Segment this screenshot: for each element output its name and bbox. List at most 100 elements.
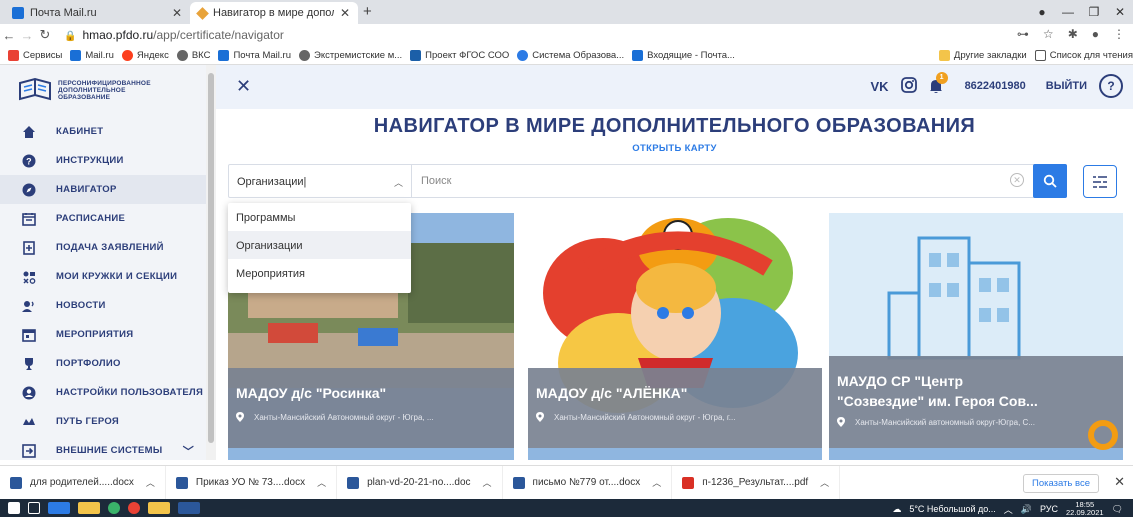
close-downloads-icon[interactable]: ✕: [1114, 474, 1125, 490]
support-lifebuoy-icon[interactable]: [1088, 420, 1118, 450]
sidebar-item-cabinet[interactable]: КАБИНЕТ: [0, 117, 208, 146]
weather-text[interactable]: 5°C Небольшой до...: [909, 504, 995, 514]
sidebar-item-navigator[interactable]: НАВИГАТОР: [0, 175, 208, 204]
word-doc-icon: [10, 476, 22, 489]
account-number[interactable]: 8622401980: [965, 80, 1026, 92]
search-button[interactable]: [1033, 164, 1067, 198]
dropdown-option-programs[interactable]: Программы: [228, 203, 411, 231]
trophy-icon: [22, 357, 36, 371]
bookmark-item[interactable]: Почта Mail.ru: [218, 49, 291, 61]
back-icon[interactable]: ←: [0, 28, 18, 43]
mail-app-icon[interactable]: [48, 502, 70, 514]
url-field[interactable]: 🔒 hmao.pfdo.ru/app/certificate/navigator: [64, 28, 284, 42]
download-item[interactable]: для родителей.....docx ︿: [0, 465, 166, 500]
org-card-sozvezdie[interactable]: МАУДО СР "Центр "Созвездие" им. Героя Со…: [829, 213, 1123, 460]
dropdown-option-organizations[interactable]: Организации: [228, 231, 411, 259]
logo[interactable]: ПЕРСОНИФИЦИРОВАННОЕ ДОПОЛНИТЕЛЬНОЕ ОБРАЗ…: [18, 77, 151, 103]
chevron-up-icon[interactable]: ︿: [146, 476, 155, 489]
profile-icon[interactable]: ●: [1029, 5, 1055, 19]
reading-list[interactable]: Список для чтения: [1034, 50, 1133, 61]
tab-navigator[interactable]: Навигатор в мире дополнитель ✕: [190, 2, 358, 24]
close-window-button[interactable]: ✕: [1107, 5, 1133, 19]
chevron-up-icon[interactable]: ︿: [820, 476, 829, 489]
key-icon[interactable]: ⊶: [1017, 27, 1029, 41]
menu-icon[interactable]: ⋮: [1113, 27, 1125, 41]
sidebar-item-instructions[interactable]: ? ИНСТРУКЦИИ: [0, 146, 208, 175]
other-bookmarks[interactable]: Другие закладки: [938, 50, 1027, 61]
bookmark-item[interactable]: Mail.ru: [70, 49, 114, 61]
search-input[interactable]: Поиск: [421, 175, 451, 187]
clear-icon[interactable]: ✕: [1010, 173, 1024, 187]
chevron-up-icon[interactable]: ︿: [652, 476, 661, 489]
news-icon: [22, 299, 36, 313]
sidebar-item-news[interactable]: НОВОСТИ: [0, 291, 208, 320]
download-item[interactable]: п-1236_Результат....pdf ︿: [672, 465, 841, 500]
sidebar-item-external-systems[interactable]: ВНЕШНИЕ СИСТЕМЫ ﹀: [0, 436, 208, 465]
sidebar-item-hero-path[interactable]: ПУТЬ ГЕРОЯ: [0, 407, 208, 436]
chevron-up-icon[interactable]: ︿: [483, 476, 492, 489]
sidebar-item-my-clubs[interactable]: МОИ КРУЖКИ И СЕКЦИИ: [0, 262, 208, 291]
account-icon[interactable]: ●: [1092, 27, 1099, 41]
bookmark-item[interactable]: Сервисы: [8, 49, 62, 61]
bookmark-item[interactable]: Проект ФГОС СОО: [410, 49, 509, 61]
sidebar-item-label: НАСТРОЙКИ ПОЛЬЗОВАТЕЛЯ: [56, 387, 204, 398]
tray-arrow-icon[interactable]: ︿: [1004, 503, 1013, 516]
explorer-icon[interactable]: [148, 502, 170, 514]
download-item[interactable]: письмо №779 от....docx ︿: [503, 465, 673, 500]
bookmark-item[interactable]: Экстремистские м...: [298, 49, 402, 61]
bookmark-label: Mail.ru: [85, 49, 114, 61]
sidebar-item-events[interactable]: МЕРОПРИЯТИЯ: [0, 320, 208, 349]
sidebar-item-schedule[interactable]: РАСПИСАНИЕ: [0, 204, 208, 233]
help-button[interactable]: ?: [1099, 74, 1123, 98]
notifications-icon[interactable]: 🗨: [1112, 504, 1123, 515]
bookmark-item[interactable]: Входящие - Почта...: [632, 49, 735, 61]
task-view-icon[interactable]: [28, 502, 40, 514]
store-icon[interactable]: [78, 502, 100, 514]
windows-start-icon[interactable]: [8, 502, 20, 514]
sidebar-scrollbar[interactable]: [206, 65, 216, 460]
sidebar-item-portfolio[interactable]: ПОРТФОЛИО: [0, 349, 208, 378]
chevron-up-icon[interactable]: ︿: [317, 476, 326, 489]
star-icon[interactable]: ☆: [1043, 27, 1054, 41]
chevron-down-icon[interactable]: ﹀: [183, 443, 194, 459]
volume-icon[interactable]: 🔊: [1021, 504, 1032, 515]
bookmark-item[interactable]: ВКС: [176, 49, 210, 61]
vk-icon[interactable]: VK: [871, 79, 889, 94]
card-title: МАДОУ д/с "АЛЁНКА": [536, 385, 688, 401]
bookmark-label: Система Образова...: [532, 49, 625, 61]
logout-button[interactable]: ВЫЙТИ: [1046, 80, 1087, 92]
close-icon[interactable]: ✕: [236, 76, 251, 97]
show-all-button[interactable]: Показать все: [1023, 474, 1099, 493]
open-map-link[interactable]: ОТКРЫТЬ КАРТУ: [216, 143, 1133, 154]
minimize-button[interactable]: —: [1055, 5, 1081, 19]
mail-icon: [70, 49, 82, 61]
sidebar-item-applications[interactable]: ПОДАЧА ЗАЯВЛЕНИЙ: [0, 233, 208, 262]
language-indicator[interactable]: РУС: [1040, 504, 1058, 514]
bookmark-item[interactable]: Система Образова...: [517, 49, 625, 61]
card-overlay: МАУДО СР "Центр "Созвездие" им. Героя Со…: [829, 356, 1123, 448]
scrollbar-thumb[interactable]: [208, 73, 214, 443]
download-item[interactable]: plan-vd-20-21-no....doc ︿: [337, 465, 503, 500]
chrome-icon[interactable]: [128, 502, 140, 514]
close-tab-icon[interactable]: ✕: [340, 6, 350, 20]
new-tab-button[interactable]: +: [363, 3, 372, 20]
dropdown-option-events[interactable]: Мероприятия: [228, 259, 411, 287]
org-card-alyonka[interactable]: МАДОУ д/с "АЛЁНКА" Ханты-Мансийский Авто…: [528, 213, 822, 460]
tab-mail[interactable]: Почта Mail.ru ✕: [4, 2, 190, 24]
forward-icon[interactable]: →: [18, 28, 36, 43]
download-item[interactable]: Приказ УО № 73....docx ︿: [166, 465, 338, 500]
bookmark-item[interactable]: Яндекс: [121, 49, 169, 61]
close-tab-icon[interactable]: ✕: [172, 6, 182, 20]
sidebar-item-user-settings[interactable]: НАСТРОЙКИ ПОЛЬЗОВАТЕЛЯ: [0, 378, 208, 407]
word-icon[interactable]: [178, 502, 200, 514]
category-select[interactable]: Организации| ︿: [229, 165, 412, 197]
clock[interactable]: 18:55 22.09.2021: [1066, 501, 1104, 517]
instagram-icon[interactable]: [900, 76, 917, 96]
maximize-button[interactable]: ❐: [1081, 5, 1107, 19]
reload-icon[interactable]: ↻: [36, 27, 54, 43]
card-footer-strip: [528, 448, 822, 460]
edge-icon[interactable]: [108, 502, 120, 514]
bell-icon[interactable]: 1: [929, 72, 948, 94]
extensions-icon[interactable]: ✱: [1068, 27, 1078, 41]
filter-button[interactable]: [1083, 165, 1117, 198]
